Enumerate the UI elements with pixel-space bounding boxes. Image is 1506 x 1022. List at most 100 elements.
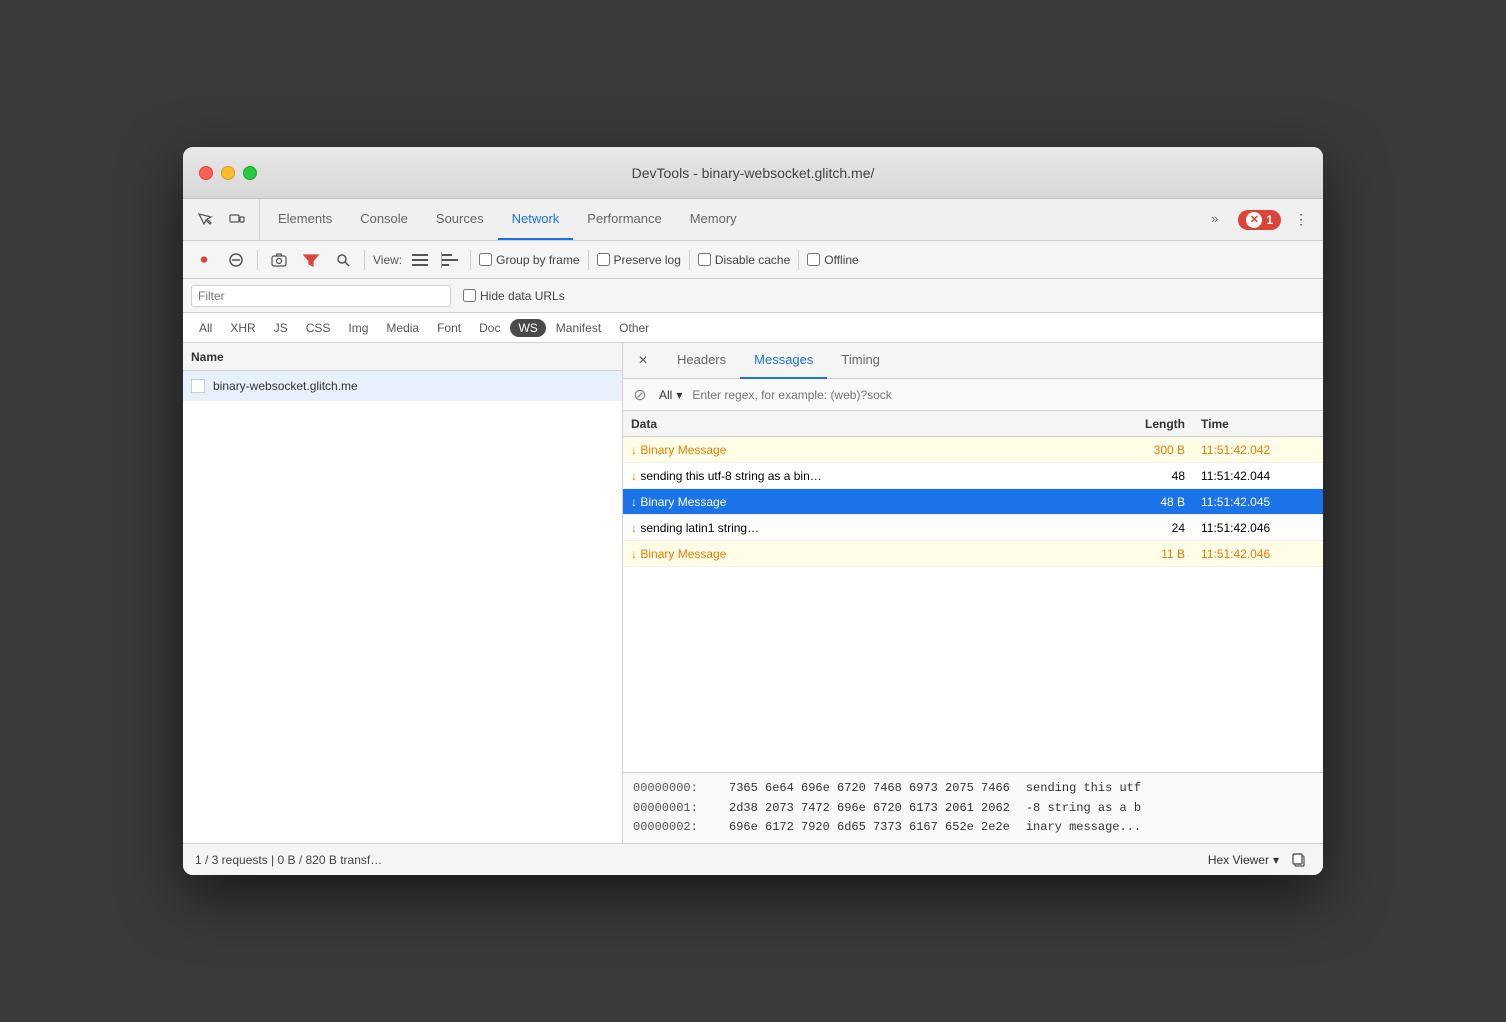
error-badge[interactable]: ✕ 1 [1238,210,1281,230]
message-data-3: ↓ sending latin1 string… [623,521,1093,535]
regex-filter-input[interactable] [692,388,1315,402]
tab-timing[interactable]: Timing [827,343,894,379]
traffic-lights [199,166,257,180]
message-data-1: ↓ sending this utf-8 string as a bin… [623,469,1093,483]
tab-performance[interactable]: Performance [573,199,675,240]
toolbar-divider-2 [364,250,365,270]
type-btn-js[interactable]: JS [266,319,296,337]
offline-toggle[interactable]: Offline [807,253,858,267]
hide-urls-checkbox[interactable] [463,289,476,302]
tab-bar-left-controls [191,199,260,240]
message-filter-label: All [659,388,672,402]
group-by-frame-toggle[interactable]: Group by frame [479,253,579,267]
message-type-filter[interactable]: All ▾ [655,386,686,404]
devtools-menu-icon[interactable]: ⋮ [1287,206,1315,234]
hex-ascii-2: inary message... [1026,818,1141,837]
message-row-1[interactable]: ↓ sending this utf-8 string as a bin… 48… [623,463,1323,489]
toolbar-divider-5 [689,250,690,270]
copy-button[interactable] [1287,848,1311,872]
messages-content: ⊘ All ▾ Data Length Time [623,379,1323,843]
hex-viewer-label: Hex Viewer [1208,853,1269,867]
request-item[interactable]: binary-websocket.glitch.me [183,371,622,401]
hex-ascii-0: sending this utf [1026,779,1141,798]
type-btn-css[interactable]: CSS [298,319,339,337]
main-area: Name binary-websocket.glitch.me × Header… [183,343,1323,843]
col-time-header[interactable]: Time [1193,417,1323,431]
message-length-4: 11 B [1093,547,1193,561]
minimize-button[interactable] [221,166,235,180]
type-btn-media[interactable]: Media [378,319,427,337]
preserve-log-toggle[interactable]: Preserve log [597,253,681,267]
hex-viewer-select[interactable]: Hex Viewer ▾ [1208,853,1279,867]
message-row-3[interactable]: ↓ sending latin1 string… 24 11:51:42.046 [623,515,1323,541]
camera-button[interactable] [266,247,292,273]
message-time-0: 11:51:42.042 [1193,443,1323,457]
col-length-header[interactable]: Length [1093,417,1193,431]
view-list-icon[interactable] [408,248,432,272]
tab-more[interactable]: » [1197,211,1232,228]
messages-table: Data Length Time ↓ Binary Message 300 B … [623,411,1323,772]
message-length-1: 48 [1093,469,1193,483]
type-btn-ws[interactable]: WS [510,319,545,337]
no-entry-icon[interactable]: ⊘ [631,386,649,404]
message-row-2[interactable]: ↓ Binary Message 48 B 11:51:42.045 [623,489,1323,515]
tab-memory[interactable]: Memory [676,199,751,240]
offline-checkbox[interactable] [807,253,820,266]
filter-bar: Hide data URLs [183,279,1323,313]
hex-addr-2: 00000002: [633,818,713,837]
tab-sources[interactable]: Sources [422,199,498,240]
arrow-icon-1: ↓ [631,469,637,483]
tab-network[interactable]: Network [498,199,574,240]
message-row-4[interactable]: ↓ Binary Message 11 B 11:51:42.046 [623,541,1323,567]
view-waterfall-icon[interactable] [438,248,462,272]
hex-bytes-1: 2d38 2073 7472 696e 6720 6173 2061 2062 [729,799,1010,818]
tab-messages[interactable]: Messages [740,343,827,379]
filter-button[interactable] [298,247,324,273]
filter-chevron-icon: ▾ [676,388,682,402]
toolbar-divider-3 [470,250,471,270]
maximize-button[interactable] [243,166,257,180]
inspect-element-icon[interactable] [191,206,219,234]
search-button[interactable] [330,247,356,273]
disable-cache-toggle[interactable]: Disable cache [698,253,790,267]
clear-button[interactable] [223,247,249,273]
hex-addr-1: 00000001: [633,799,713,818]
close-button[interactable] [199,166,213,180]
tab-elements[interactable]: Elements [264,199,346,240]
network-toolbar: ⏺ [183,241,1323,279]
group-by-frame-checkbox[interactable] [479,253,492,266]
device-toolbar-icon[interactable] [223,206,251,234]
hide-urls-toggle[interactable]: Hide data URLs [463,289,565,303]
type-btn-font[interactable]: Font [429,319,469,337]
tab-console[interactable]: Console [346,199,422,240]
status-right: Hex Viewer ▾ [1208,848,1311,872]
name-column-header[interactable]: Name [183,350,622,364]
tab-bar: Elements Console Sources Network Perform… [183,199,1323,241]
hex-addr-0: 00000000: [633,779,713,798]
message-time-3: 11:51:42.046 [1193,521,1323,535]
request-list: binary-websocket.glitch.me [183,371,622,843]
preserve-log-checkbox[interactable] [597,253,610,266]
view-label: View: [373,253,402,267]
toolbar-divider-4 [588,250,589,270]
message-row-0[interactable]: ↓ Binary Message 300 B 11:51:42.042 [623,437,1323,463]
requests-info: 1 / 3 requests | 0 B / 820 B transf… [195,853,382,867]
type-btn-img[interactable]: Img [340,319,376,337]
type-btn-doc[interactable]: Doc [471,319,508,337]
col-data-header[interactable]: Data [623,417,1093,431]
tab-headers[interactable]: Headers [663,343,740,379]
hide-urls-label: Hide data URLs [480,289,565,303]
record-button[interactable]: ⏺ [191,247,217,273]
main-tabs: Elements Console Sources Network Perform… [264,199,1197,240]
error-icon: ✕ [1246,212,1262,228]
type-btn-manifest[interactable]: Manifest [548,319,609,337]
disable-cache-checkbox[interactable] [698,253,711,266]
message-data-2: ↓ Binary Message [623,495,1093,509]
filter-input[interactable] [198,289,444,303]
toolbar-divider-6 [798,250,799,270]
type-btn-other[interactable]: Other [611,319,657,337]
close-detail-button[interactable]: × [631,349,655,373]
type-btn-all[interactable]: All [191,319,220,337]
message-text-0: Binary Message [640,443,726,457]
type-btn-xhr[interactable]: XHR [222,319,263,337]
